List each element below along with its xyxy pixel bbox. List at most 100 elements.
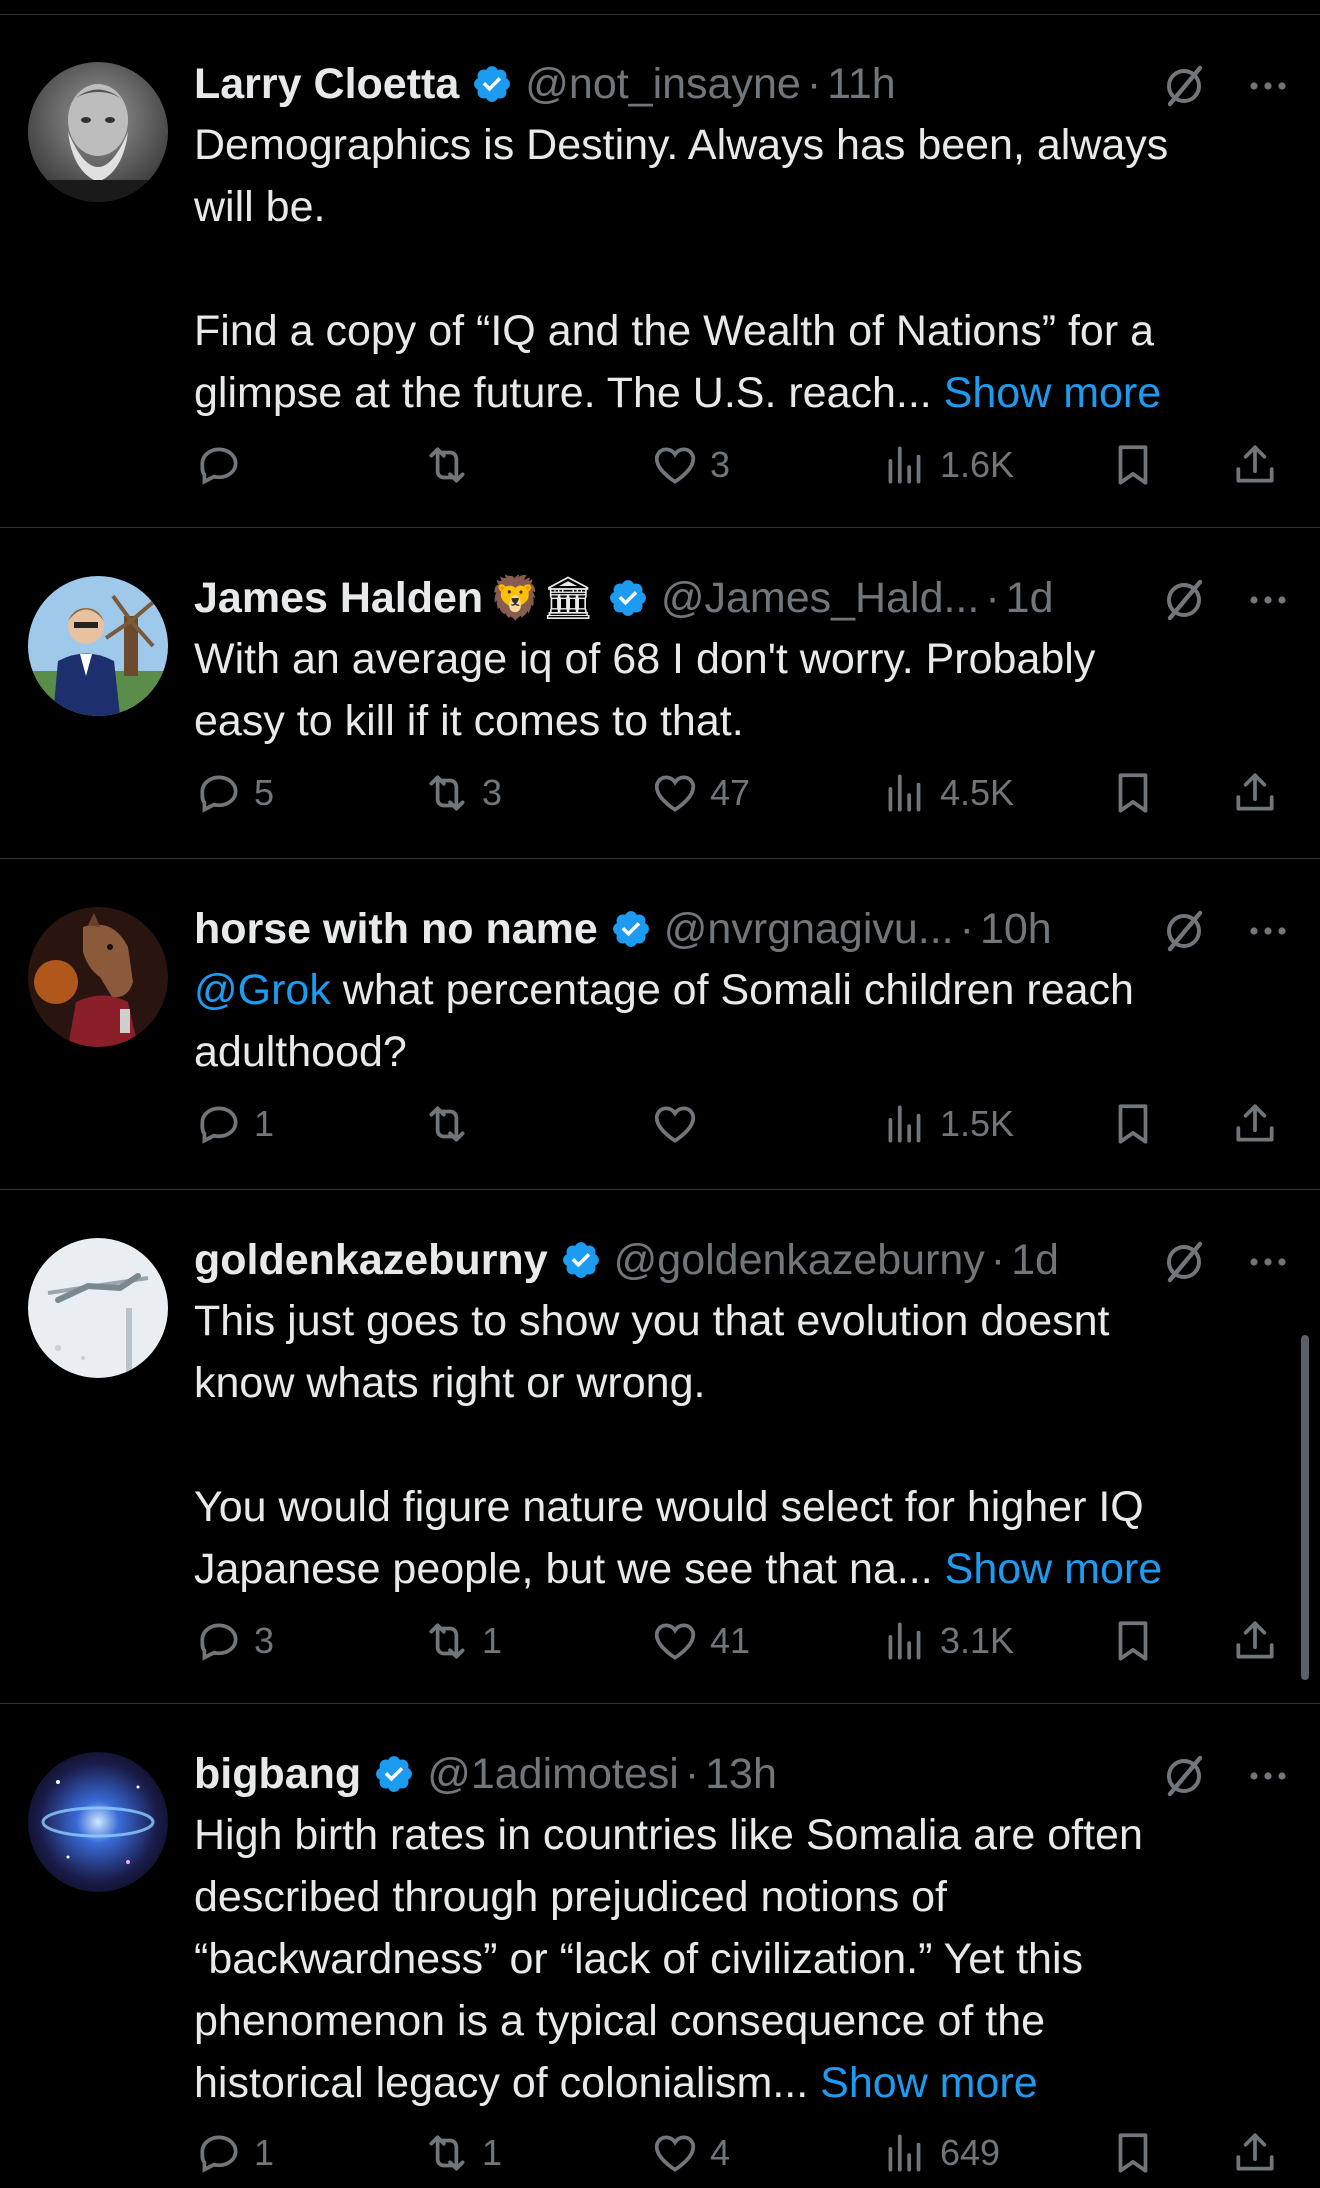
- reply-count: 1: [254, 2132, 275, 2173]
- views-button[interactable]: 4.5K: [880, 768, 1014, 818]
- display-name[interactable]: James Halden: [194, 574, 483, 623]
- bookmark-button[interactable]: [1108, 2128, 1158, 2178]
- timestamp[interactable]: 11h: [827, 60, 896, 109]
- share-icon: [1236, 445, 1274, 483]
- more-options-icon[interactable]: [1244, 576, 1292, 624]
- avatar[interactable]: [28, 576, 168, 716]
- share-icon: [1236, 1621, 1274, 1659]
- views-icon: [888, 1105, 921, 1143]
- reply-button[interactable]: 5: [194, 768, 274, 818]
- views-icon: [888, 2134, 921, 2172]
- display-name[interactable]: horse with no name: [194, 905, 598, 954]
- separator-dot: ·: [990, 1235, 1006, 1284]
- timestamp[interactable]: 13h: [705, 1750, 777, 1799]
- grok-icon[interactable]: [1160, 62, 1208, 110]
- repost-icon: [429, 447, 465, 483]
- show-more-link[interactable]: Show more: [944, 369, 1161, 417]
- like-button[interactable]: 41: [650, 1616, 750, 1666]
- display-name[interactable]: goldenkazeburny: [194, 1236, 548, 1285]
- view-count: 1.6K: [940, 444, 1015, 485]
- like-count: 4: [710, 2132, 731, 2173]
- more-options-icon[interactable]: [1244, 907, 1292, 955]
- grok-icon[interactable]: [1160, 907, 1208, 955]
- views-button[interactable]: 1.5K: [880, 1099, 1014, 1149]
- tweet-body: With an average iq of 68 I don't worry. …: [194, 635, 1096, 745]
- mention-link[interactable]: @Grok: [194, 966, 331, 1014]
- timestamp[interactable]: 10h: [980, 905, 1052, 954]
- share-button[interactable]: [1230, 768, 1280, 818]
- avatar[interactable]: [28, 1752, 168, 1892]
- bookmark-button[interactable]: [1108, 768, 1158, 818]
- repost-count: 1: [482, 1620, 503, 1661]
- avatar[interactable]: [28, 907, 168, 1047]
- reply-button[interactable]: 3: [194, 1616, 274, 1666]
- separator-dot: ·: [806, 59, 822, 108]
- share-button[interactable]: [1230, 1616, 1280, 1666]
- repost-button[interactable]: 1: [422, 1616, 502, 1666]
- reply-count: 1: [254, 1103, 275, 1144]
- share-button[interactable]: [1230, 440, 1280, 490]
- user-handle[interactable]: @James_Hald...: [661, 574, 980, 623]
- reply-icon: [200, 775, 238, 813]
- verified-badge-icon: [562, 1242, 599, 1278]
- verified-badge-icon: [612, 911, 649, 947]
- like-button[interactable]: 47: [650, 768, 750, 818]
- show-more-link[interactable]: Show more: [945, 1545, 1162, 1593]
- verified-badge-icon: [609, 580, 646, 616]
- more-options-icon[interactable]: [1244, 1238, 1292, 1286]
- repost-count: 3: [482, 772, 503, 813]
- tweet-text: @Grok what percentage of Somali children…: [194, 959, 1292, 1083]
- views-button[interactable]: 3.1K: [880, 1616, 1014, 1666]
- display-name[interactable]: Larry Cloetta: [194, 60, 459, 109]
- more-options-icon[interactable]: [1244, 1752, 1292, 1800]
- bookmark-icon: [1118, 2133, 1148, 2173]
- tweet-text: High birth rates in countries like Somal…: [194, 1804, 1292, 2114]
- bookmark-button[interactable]: [1108, 1616, 1158, 1666]
- show-more-link[interactable]: Show more: [820, 2059, 1037, 2107]
- verified-badge-icon: [474, 66, 511, 102]
- views-button[interactable]: 649: [880, 2128, 1000, 2178]
- user-handle[interactable]: @not_insayne: [525, 60, 801, 109]
- repost-button[interactable]: [422, 1099, 482, 1149]
- tweet-item[interactable]: horse with no name @nvrgnagivu... · 10h …: [0, 859, 1320, 1190]
- more-options-icon[interactable]: [1244, 62, 1292, 110]
- tweet-item[interactable]: bigbang @1adimotesi · 13h High birth rat…: [0, 1704, 1320, 2179]
- tweet-item[interactable]: James Halden 🦁🏛 @James_Hald... · 1d With…: [0, 528, 1320, 859]
- avatar[interactable]: [28, 1238, 168, 1378]
- heart-icon: [654, 775, 696, 812]
- repost-button[interactable]: [422, 440, 482, 490]
- user-handle[interactable]: @nvrgnagivu...: [664, 905, 954, 954]
- bookmark-button[interactable]: [1108, 1099, 1158, 1149]
- tweet-item[interactable]: goldenkazeburny @goldenkazeburny · 1d Th…: [0, 1190, 1320, 1704]
- user-handle[interactable]: @goldenkazeburny: [614, 1236, 985, 1285]
- view-count: 1.5K: [940, 1103, 1015, 1144]
- display-name[interactable]: bigbang: [194, 1750, 361, 1799]
- timestamp[interactable]: 1d: [1006, 574, 1054, 623]
- repost-button[interactable]: 3: [422, 768, 502, 818]
- grok-icon[interactable]: [1160, 576, 1208, 624]
- repost-button[interactable]: 1: [422, 2128, 502, 2178]
- view-count: 649: [940, 2132, 1001, 2173]
- avatar[interactable]: [28, 62, 168, 202]
- bookmark-icon: [1118, 773, 1148, 813]
- reply-button[interactable]: 1: [194, 1099, 274, 1149]
- tweet-text: With an average iq of 68 I don't worry. …: [194, 628, 1292, 752]
- scrollbar[interactable]: [1301, 1335, 1309, 1680]
- bookmark-button[interactable]: [1108, 440, 1158, 490]
- reply-button[interactable]: [194, 440, 254, 490]
- share-button[interactable]: [1230, 1099, 1280, 1149]
- reply-icon: [200, 1106, 238, 1144]
- like-button[interactable]: [650, 1099, 710, 1149]
- like-button[interactable]: 3: [650, 440, 730, 490]
- tweet-item[interactable]: Larry Cloetta @not_insayne · 11h Demogra…: [0, 14, 1320, 528]
- grok-icon[interactable]: [1160, 1752, 1208, 1800]
- share-button[interactable]: [1230, 2128, 1280, 2178]
- timestamp[interactable]: 1d: [1011, 1236, 1059, 1285]
- verified-badge-icon: [376, 1756, 413, 1792]
- reply-button[interactable]: 1: [194, 2128, 274, 2178]
- views-button[interactable]: 1.6K: [880, 440, 1014, 490]
- user-handle[interactable]: @1adimotesi: [427, 1750, 679, 1799]
- grok-icon[interactable]: [1160, 1238, 1208, 1286]
- reply-icon: [200, 2135, 238, 2173]
- like-button[interactable]: 4: [650, 2128, 730, 2178]
